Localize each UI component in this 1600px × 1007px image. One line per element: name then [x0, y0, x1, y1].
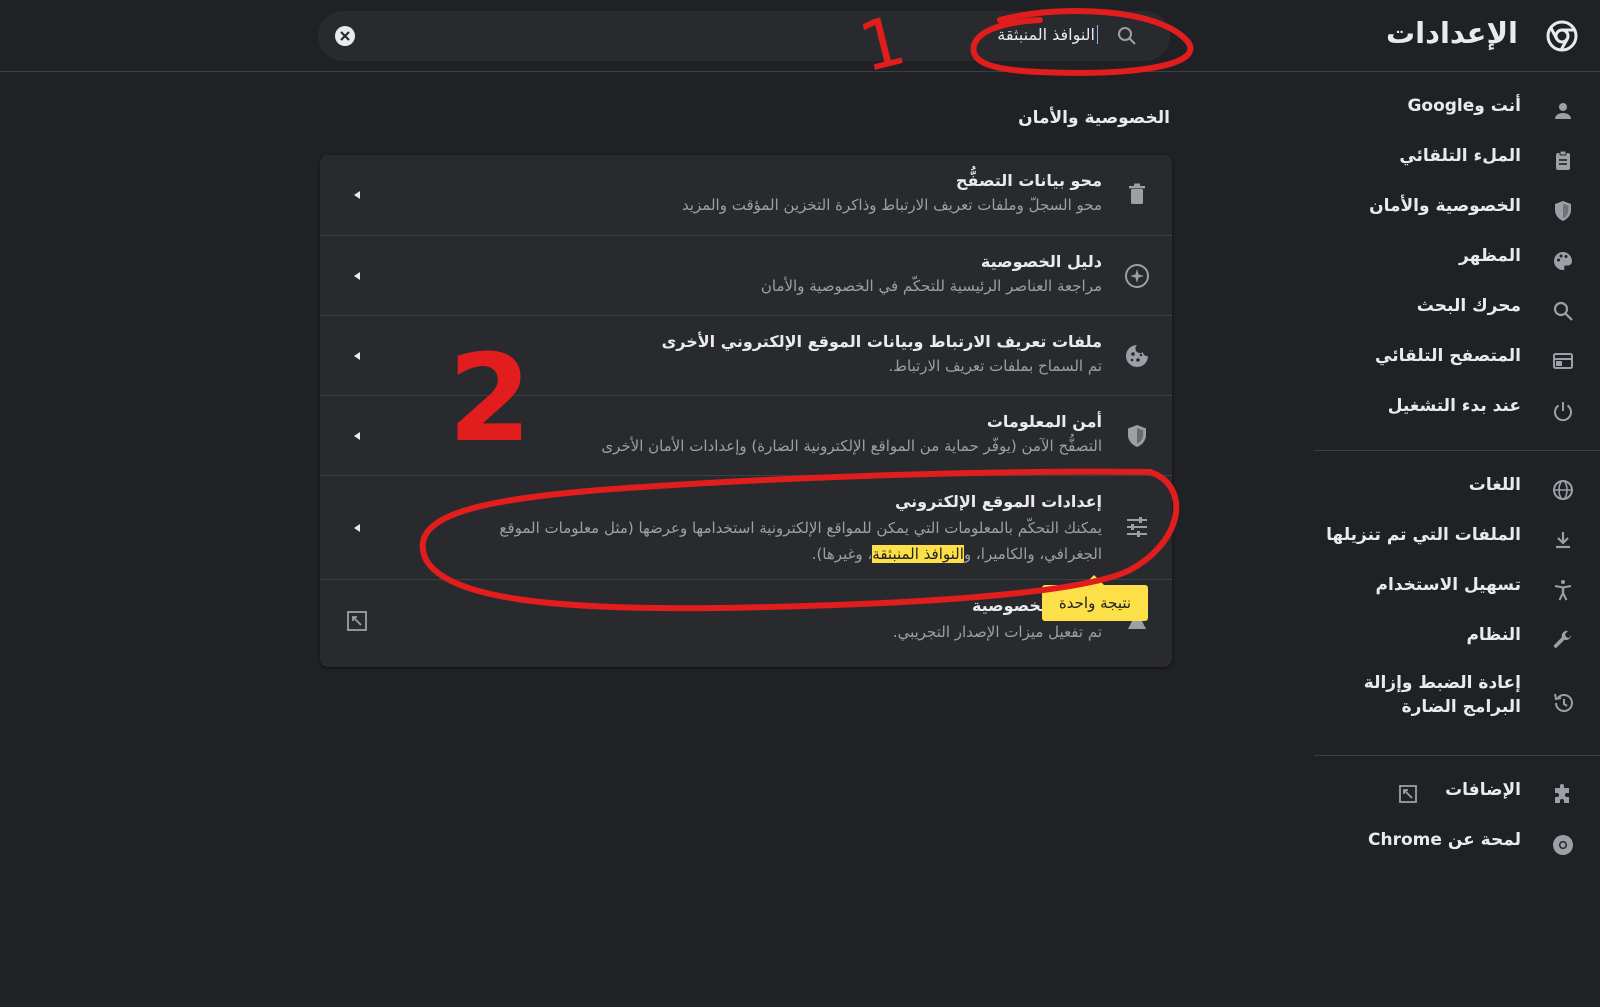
row-subtitle-part: يمكنك التحكّم بالمعلومات التي يمكن للموا… — [499, 519, 1102, 563]
row-subtitle: يمكنك التحكّم بالمعلومات التي يمكن للموا… — [442, 515, 1102, 567]
section-title: الخصوصية والأمان — [1018, 108, 1170, 128]
sidebar-divider — [1314, 755, 1600, 756]
sidebar-item-privacy[interactable]: الخصوصية والأمان — [1284, 186, 1600, 236]
sidebar-item-label: تسهيل الاستخدام — [1375, 575, 1521, 595]
sidebar-item-label: الملفات التي تم تنزيلها — [1326, 525, 1521, 545]
sidebar-item-extensions[interactable]: الإضافات — [1284, 770, 1600, 820]
toolbar: الإعدادات النوافذ المنبثقة — [0, 0, 1600, 72]
arrow-left-icon[interactable] — [350, 188, 364, 202]
arrow-left-icon[interactable] — [350, 521, 364, 535]
sidebar-item-appearance[interactable]: المظهر — [1284, 236, 1600, 286]
sidebar-item-label: المتصفح التلقائي — [1375, 346, 1521, 366]
sidebar-item-label: أنت وGoogle — [1407, 96, 1521, 116]
sidebar-item-autofill[interactable]: الملء التلقائي — [1284, 136, 1600, 186]
row-title: محو بيانات التصفُّح — [955, 171, 1102, 190]
search-result-tooltip: نتيجة واحدة — [1042, 585, 1148, 621]
clipboard-icon — [1556, 150, 1570, 170]
arrow-left-icon[interactable] — [350, 429, 364, 443]
palette-icon — [1553, 252, 1572, 270]
row-subtitle: محو السجلّ وملفات تعريف الارتباط وذاكرة … — [681, 196, 1102, 214]
sidebar-item-label: المظهر — [1459, 246, 1521, 266]
globe-icon — [1553, 480, 1573, 500]
row-title: ملفات تعريف الارتباط وبيانات الموقع الإل… — [661, 332, 1102, 351]
arrow-left-icon[interactable] — [350, 349, 364, 363]
row-title: أمن المعلومات — [986, 412, 1102, 431]
restore-icon — [1554, 693, 1573, 712]
search-bar[interactable]: النوافذ المنبثقة — [318, 11, 1170, 61]
shield-icon — [1555, 201, 1571, 221]
search-input[interactable]: النوافذ المنبثقة — [997, 25, 1098, 44]
chrome-icon — [1553, 835, 1573, 855]
sidebar-item-label: إعادة الضبط وإزالة البرامج الضارة — [1363, 673, 1521, 717]
sidebar: أنت وGoogle الملء التلقائي الخصوصية والأ… — [1284, 86, 1600, 870]
sidebar-item-you-and-google[interactable]: أنت وGoogle — [1284, 86, 1600, 136]
open-in-new-icon — [1399, 785, 1417, 803]
sidebar-item-accessibility[interactable]: تسهيل الاستخدام — [1284, 565, 1600, 615]
arrow-left-icon[interactable] — [350, 269, 364, 283]
row-subtitle-part: ، وغيرها). — [811, 545, 873, 563]
search-icon — [1553, 301, 1573, 321]
row-privacy-guide[interactable]: دليل الخصوصية مراجعة العناصر الرئيسية لل… — [320, 235, 1172, 316]
row-subtitle: تم تفعيل ميزات الإصدار التجريبي. — [892, 623, 1102, 641]
sidebar-item-default-browser[interactable]: المتصفح التلقائي — [1284, 336, 1600, 386]
sidebar-item-reset[interactable]: إعادة الضبط وإزالة البرامج الضارة — [1284, 665, 1600, 741]
wrench-icon — [1553, 630, 1572, 648]
sidebar-item-system[interactable]: النظام — [1284, 615, 1600, 665]
cookie-icon — [1126, 345, 1148, 367]
sidebar-item-label: الملء التلقائي — [1399, 146, 1521, 166]
open-in-new-icon[interactable] — [346, 610, 368, 632]
sidebar-divider — [1314, 450, 1600, 451]
sidebar-item-label: اللغات — [1468, 475, 1521, 495]
row-subtitle: تم السماح بملفات تعريف الارتباط. — [888, 357, 1102, 375]
row-title: إعدادات الموقع الإلكتروني — [894, 492, 1102, 511]
sidebar-item-label: الإضافات — [1445, 780, 1521, 800]
download-icon — [1556, 532, 1570, 549]
accessibility-icon — [1554, 580, 1572, 601]
tune-icon — [1127, 517, 1147, 537]
chrome-icon — [1546, 20, 1578, 52]
row-site-settings[interactable]: إعدادات الموقع الإلكتروني يمكنك التحكّم … — [320, 475, 1172, 580]
row-clear-browsing-data[interactable]: محو بيانات التصفُّح محو السجلّ وملفات تع… — [320, 155, 1172, 235]
search-match-highlight: النوافذ المنبثقة — [872, 545, 964, 563]
row-subtitle: مراجعة العناصر الرئيسية للتحكّم في الخصو… — [760, 277, 1102, 295]
sidebar-item-search-engine[interactable]: محرك البحث — [1284, 286, 1600, 336]
sidebar-item-label: لمحة عن Chrome — [1368, 830, 1521, 850]
trash-icon — [1129, 183, 1145, 204]
row-security[interactable]: أمن المعلومات التصفُّح الآمن (يوفّر حماي… — [320, 395, 1172, 476]
sidebar-item-label: محرك البحث — [1416, 296, 1521, 316]
sidebar-item-label: النظام — [1466, 625, 1521, 645]
sidebar-item-on-startup[interactable]: عند بدء التشغيل — [1284, 386, 1600, 436]
browser-icon — [1553, 353, 1573, 369]
row-cookies[interactable]: ملفات تعريف الارتباط وبيانات الموقع الإل… — [320, 315, 1172, 396]
compass-icon — [1125, 264, 1149, 288]
person-icon — [1555, 103, 1571, 119]
tooltip-arrow — [1084, 575, 1104, 585]
sidebar-item-downloads[interactable]: الملفات التي تم تنزيلها — [1284, 515, 1600, 565]
page-title: الإعدادات — [1385, 16, 1518, 50]
close-circle-icon[interactable] — [334, 25, 356, 47]
row-subtitle: التصفُّح الآمن (يوفّر حماية من المواقع ا… — [601, 437, 1102, 455]
power-icon — [1554, 402, 1572, 422]
row-title: دليل الخصوصية — [980, 252, 1102, 271]
puzzle-icon — [1555, 784, 1569, 803]
shield-icon — [1128, 425, 1146, 447]
sidebar-item-languages[interactable]: اللغات — [1284, 465, 1600, 515]
sidebar-item-about-chrome[interactable]: لمحة عن Chrome — [1284, 820, 1600, 870]
sidebar-item-label: الخصوصية والأمان — [1369, 196, 1521, 216]
sidebar-item-label: عند بدء التشغيل — [1387, 396, 1521, 416]
search-icon — [1118, 27, 1136, 45]
